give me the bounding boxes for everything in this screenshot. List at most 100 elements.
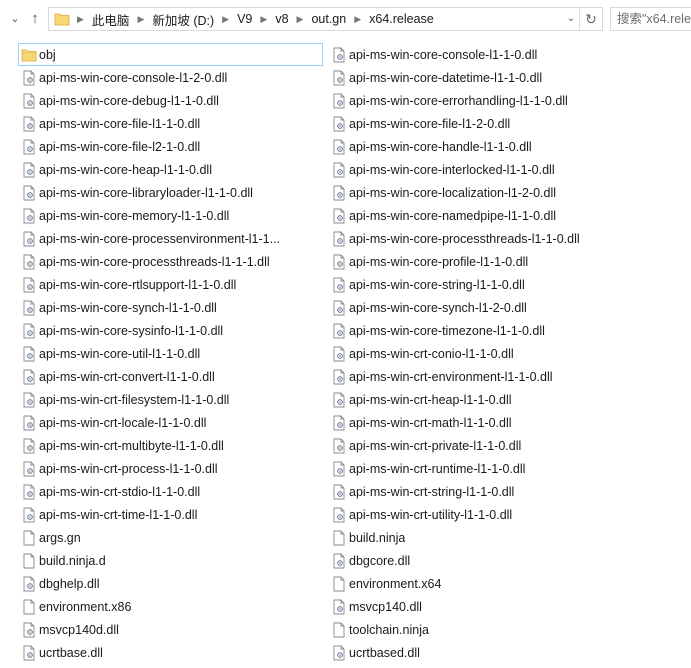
file-name: api-ms-win-crt-convert-l1-1-0.dll [39,369,215,384]
file-item[interactable]: api-ms-win-crt-private-l1-1-0.dll [328,434,633,457]
chevron-right-icon[interactable]: ▶ [258,14,269,25]
file-column-right: api-ms-win-core-console-l1-1-0.dll api-ms… [328,43,633,664]
file-item[interactable]: api-ms-win-crt-math-l1-1-0.dll [328,411,633,434]
file-item[interactable]: api-ms-win-core-datetime-l1-1-0.dll [328,66,633,89]
breadcrumb-item[interactable]: 此电脑 [86,10,136,29]
chevron-right-icon[interactable]: ▶ [295,14,306,25]
file-item[interactable]: api-ms-win-core-interlocked-l1-1-0.dll [328,158,633,181]
dll-file-icon [331,70,347,86]
file-item[interactable]: api-ms-win-core-synch-l1-2-0.dll [328,296,633,319]
file-name: api-ms-win-core-file-l1-1-0.dll [39,116,201,131]
chevron-right-icon[interactable]: ▶ [75,14,86,25]
file-item[interactable]: ucrtbase.dll [18,641,323,664]
folder-item[interactable]: obj [18,43,323,66]
file-item[interactable]: api-ms-win-core-util-l1-1-0.dll [18,342,323,365]
dll-file-icon [21,93,37,109]
file-item[interactable]: api-ms-win-core-libraryloader-l1-1-0.dll [18,181,323,204]
file-name: api-ms-win-crt-math-l1-1-0.dll [349,415,512,430]
dll-file-icon [21,645,37,661]
file-item[interactable]: api-ms-win-crt-heap-l1-1-0.dll [328,388,633,411]
file-item[interactable]: args.gn [18,526,323,549]
file-item[interactable]: api-ms-win-core-memory-l1-1-0.dll [18,204,323,227]
recent-locations-chevron-icon[interactable]: ⌄ [6,9,24,29]
file-item[interactable]: build.ninja [328,526,633,549]
file-item[interactable]: api-ms-win-core-debug-l1-1-0.dll [18,89,323,112]
breadcrumb-item[interactable]: out.gn [305,12,352,26]
file-item[interactable]: api-ms-win-crt-time-l1-1-0.dll [18,503,323,526]
file-item[interactable]: api-ms-win-crt-utility-l1-1-0.dll [328,503,633,526]
file-item[interactable]: api-ms-win-core-file-l1-1-0.dll [18,112,323,135]
file-name: api-ms-win-crt-filesystem-l1-1-0.dll [39,392,230,407]
file-name: api-ms-win-core-console-l1-1-0.dll [349,47,538,62]
file-item[interactable]: api-ms-win-core-string-l1-1-0.dll [328,273,633,296]
file-item[interactable]: environment.x86 [18,595,323,618]
search-box[interactable] [610,7,691,31]
breadcrumb-item[interactable]: x64.release [363,12,440,26]
file-item[interactable]: api-ms-win-core-file-l1-2-0.dll [328,112,633,135]
file-item[interactable]: ucrtbased.dll [328,641,633,664]
file-item[interactable]: msvcp140d.dll [18,618,323,641]
file-item[interactable]: api-ms-win-crt-environment-l1-1-0.dll [328,365,633,388]
chevron-right-icon[interactable]: ▶ [135,14,146,25]
breadcrumb-item[interactable]: 新加坡 (D:) [146,10,220,29]
file-item[interactable]: api-ms-win-core-timezone-l1-1-0.dll [328,319,633,342]
file-name: args.gn [39,530,81,545]
dll-file-icon [331,254,347,270]
file-item[interactable]: api-ms-win-core-rtlsupport-l1-1-0.dll [18,273,323,296]
file-item[interactable]: msvcp140.dll [328,595,633,618]
file-item[interactable]: environment.x64 [328,572,633,595]
file-item[interactable]: api-ms-win-core-console-l1-1-0.dll [328,43,633,66]
file-item[interactable]: api-ms-win-core-localization-l1-2-0.dll [328,181,633,204]
file-item[interactable]: api-ms-win-core-processthreads-l1-1-1.dl… [18,250,323,273]
dll-file-icon [21,231,37,247]
dll-file-icon [331,392,347,408]
file-item[interactable]: api-ms-win-crt-process-l1-1-0.dll [18,457,323,480]
file-item[interactable]: api-ms-win-core-heap-l1-1-0.dll [18,158,323,181]
file-name: build.ninja.d [39,553,106,568]
dll-file-icon [21,484,37,500]
dll-file-icon [331,369,347,385]
file-item[interactable]: api-ms-win-crt-runtime-l1-1-0.dll [328,457,633,480]
refresh-icon[interactable]: ↻ [579,8,602,30]
chevron-right-icon[interactable]: ▶ [352,14,363,25]
dll-file-icon [331,231,347,247]
file-name: dbgcore.dll [349,553,411,568]
file-item[interactable]: toolchain.ninja [328,618,633,641]
search-input[interactable] [611,8,691,30]
chevron-right-icon[interactable]: ▶ [220,14,231,25]
file-item[interactable]: api-ms-win-crt-convert-l1-1-0.dll [18,365,323,388]
file-item[interactable]: build.ninja.d [18,549,323,572]
breadcrumb-item[interactable]: V9 [231,12,258,26]
dll-file-icon [331,461,347,477]
file-item[interactable]: api-ms-win-crt-locale-l1-1-0.dll [18,411,323,434]
file-name: build.ninja [349,530,406,545]
dll-file-icon [21,323,37,339]
file-name: api-ms-win-crt-process-l1-1-0.dll [39,461,218,476]
file-item[interactable]: dbgcore.dll [328,549,633,572]
file-item[interactable]: api-ms-win-core-synch-l1-1-0.dll [18,296,323,319]
file-item[interactable]: api-ms-win-core-profile-l1-1-0.dll [328,250,633,273]
breadcrumb-item[interactable]: v8 [269,12,294,26]
file-name: api-ms-win-core-synch-l1-2-0.dll [349,300,527,315]
file-item[interactable]: api-ms-win-core-processthreads-l1-1-0.dl… [328,227,633,250]
file-item[interactable]: api-ms-win-core-namedpipe-l1-1-0.dll [328,204,633,227]
file-item[interactable]: api-ms-win-core-errorhandling-l1-1-0.dll [328,89,633,112]
file-item[interactable]: api-ms-win-crt-filesystem-l1-1-0.dll [18,388,323,411]
dll-file-icon [21,70,37,86]
file-item[interactable]: api-ms-win-core-console-l1-2-0.dll [18,66,323,89]
file-name: toolchain.ninja [349,622,429,637]
file-item[interactable]: api-ms-win-crt-stdio-l1-1-0.dll [18,480,323,503]
file-item[interactable]: api-ms-win-crt-string-l1-1-0.dll [328,480,633,503]
file-item[interactable]: dbghelp.dll [18,572,323,595]
file-item[interactable]: api-ms-win-core-sysinfo-l1-1-0.dll [18,319,323,342]
file-item[interactable]: api-ms-win-core-file-l2-1-0.dll [18,135,323,158]
file-item[interactable]: api-ms-win-crt-conio-l1-1-0.dll [328,342,633,365]
file-item[interactable]: api-ms-win-core-handle-l1-1-0.dll [328,135,633,158]
file-item[interactable]: api-ms-win-core-processenvironment-l1-1.… [18,227,323,250]
address-dropdown-chevron-icon[interactable]: ⌄ [564,10,578,28]
file-item[interactable]: api-ms-win-crt-multibyte-l1-1-0.dll [18,434,323,457]
file-name: api-ms-win-crt-locale-l1-1-0.dll [39,415,207,430]
file-icon [331,576,347,592]
address-bar[interactable]: ▶ 此电脑 ▶ 新加坡 (D:) ▶ V9 ▶ v8 ▶ out.gn ▶ x6… [48,7,603,31]
up-arrow-icon[interactable]: ↑ [26,9,44,29]
